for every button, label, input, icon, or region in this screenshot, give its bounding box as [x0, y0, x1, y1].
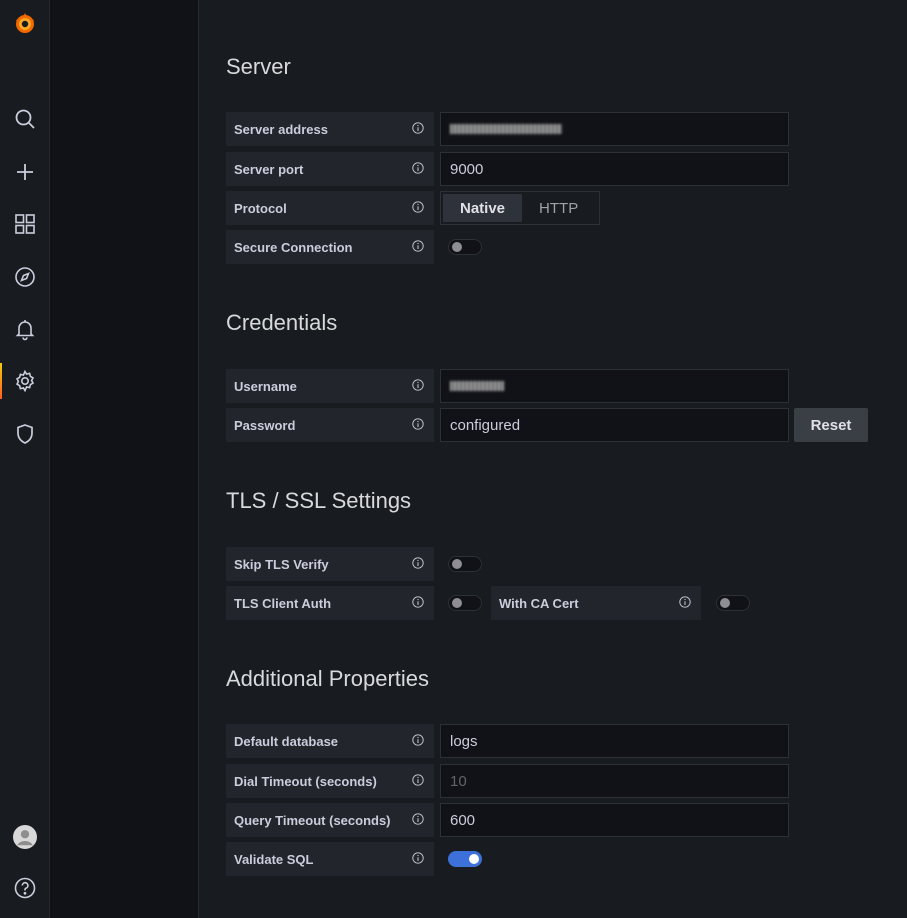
- dial-timeout-label: Dial Timeout (seconds): [226, 764, 434, 798]
- dial-timeout-input[interactable]: 10: [440, 764, 789, 798]
- info-icon[interactable]: [412, 813, 424, 825]
- username-label-text: Username: [234, 378, 297, 394]
- protocol-radio-group: Native HTTP: [440, 191, 600, 225]
- toggle-knob: [452, 559, 462, 569]
- server-port-label-text: Server port: [234, 161, 304, 177]
- side-menu: [0, 0, 50, 918]
- query-timeout-input[interactable]: 600: [440, 803, 789, 837]
- server-address-input[interactable]: [440, 112, 789, 146]
- info-icon[interactable]: [412, 379, 424, 391]
- default-database-label: Default database: [226, 724, 434, 758]
- password-label: Password: [226, 408, 434, 442]
- default-database-label-text: Default database: [234, 733, 339, 749]
- protocol-option-http[interactable]: HTTP: [522, 194, 595, 222]
- skip-tls-verify-toggle[interactable]: [448, 556, 482, 572]
- info-icon[interactable]: [412, 240, 424, 252]
- tls-client-auth-label-text: TLS Client Auth: [234, 595, 332, 611]
- dial-timeout-label-text: Dial Timeout (seconds): [234, 773, 377, 789]
- secure-connection-toggle[interactable]: [448, 239, 482, 255]
- info-icon[interactable]: [412, 418, 424, 430]
- info-icon[interactable]: [412, 122, 424, 134]
- alerting-bell-icon[interactable]: [0, 307, 49, 351]
- server-port-input[interactable]: 9000: [440, 152, 789, 186]
- info-icon[interactable]: [412, 596, 424, 608]
- dashboards-icon[interactable]: [0, 202, 49, 246]
- grafana-logo-icon[interactable]: [0, 2, 49, 46]
- tls-client-auth-label: TLS Client Auth: [226, 586, 434, 620]
- toggle-knob: [720, 598, 730, 608]
- with-ca-cert-toggle[interactable]: [716, 595, 750, 611]
- username-label: Username: [226, 369, 434, 403]
- server-address-label-text: Server address: [234, 121, 328, 137]
- info-icon[interactable]: [412, 734, 424, 746]
- secure-connection-label: Secure Connection: [226, 230, 434, 264]
- password-label-text: Password: [234, 417, 296, 433]
- section-title-additional-properties: Additional Properties: [226, 666, 430, 691]
- validate-sql-label: Validate SQL: [226, 842, 434, 876]
- toggle-knob: [452, 598, 462, 608]
- with-ca-cert-label-text: With CA Cert: [499, 595, 579, 611]
- validate-sql-label-text: Validate SQL: [234, 851, 314, 867]
- redacted-value: [450, 381, 504, 391]
- protocol-label: Protocol: [226, 191, 434, 225]
- section-title-tls: TLS / SSL Settings: [226, 488, 412, 513]
- server-address-label: Server address: [226, 112, 434, 146]
- info-icon[interactable]: [412, 162, 424, 174]
- info-icon[interactable]: [679, 596, 691, 608]
- protocol-option-native[interactable]: Native: [443, 194, 523, 222]
- validate-sql-toggle[interactable]: [448, 851, 482, 867]
- query-timeout-label: Query Timeout (seconds): [226, 803, 434, 837]
- section-title-credentials: Credentials: [226, 310, 338, 335]
- toggle-knob: [469, 854, 479, 864]
- server-admin-shield-icon[interactable]: [0, 412, 49, 456]
- reset-password-button[interactable]: Reset: [794, 408, 868, 442]
- datasource-settings-form: Server Server address Server port 9000 P…: [199, 0, 907, 918]
- section-title-server: Server: [226, 54, 291, 79]
- user-avatar-icon[interactable]: [0, 815, 49, 859]
- username-input[interactable]: [440, 369, 789, 403]
- skip-tls-verify-label: Skip TLS Verify: [226, 547, 434, 581]
- server-port-label: Server port: [226, 152, 434, 186]
- info-icon[interactable]: [412, 852, 424, 864]
- with-ca-cert-label: With CA Cert: [491, 586, 701, 620]
- plus-icon[interactable]: [0, 150, 49, 194]
- configuration-gear-icon[interactable]: [0, 359, 49, 403]
- tls-client-auth-toggle[interactable]: [448, 595, 482, 611]
- toggle-knob: [452, 242, 462, 252]
- secure-connection-label-text: Secure Connection: [234, 239, 353, 255]
- query-timeout-label-text: Query Timeout (seconds): [234, 812, 391, 828]
- info-icon[interactable]: [412, 557, 424, 569]
- default-database-input[interactable]: logs: [440, 724, 789, 758]
- password-field[interactable]: configured: [440, 408, 789, 442]
- explore-compass-icon[interactable]: [0, 255, 49, 299]
- skip-tls-verify-label-text: Skip TLS Verify: [234, 556, 329, 572]
- help-icon[interactable]: [0, 866, 49, 910]
- info-icon[interactable]: [412, 201, 424, 213]
- redacted-value: [450, 124, 562, 134]
- info-icon[interactable]: [412, 774, 424, 786]
- search-icon[interactable]: [0, 97, 49, 141]
- secondary-nav-panel: [50, 0, 199, 918]
- protocol-label-text: Protocol: [234, 200, 287, 216]
